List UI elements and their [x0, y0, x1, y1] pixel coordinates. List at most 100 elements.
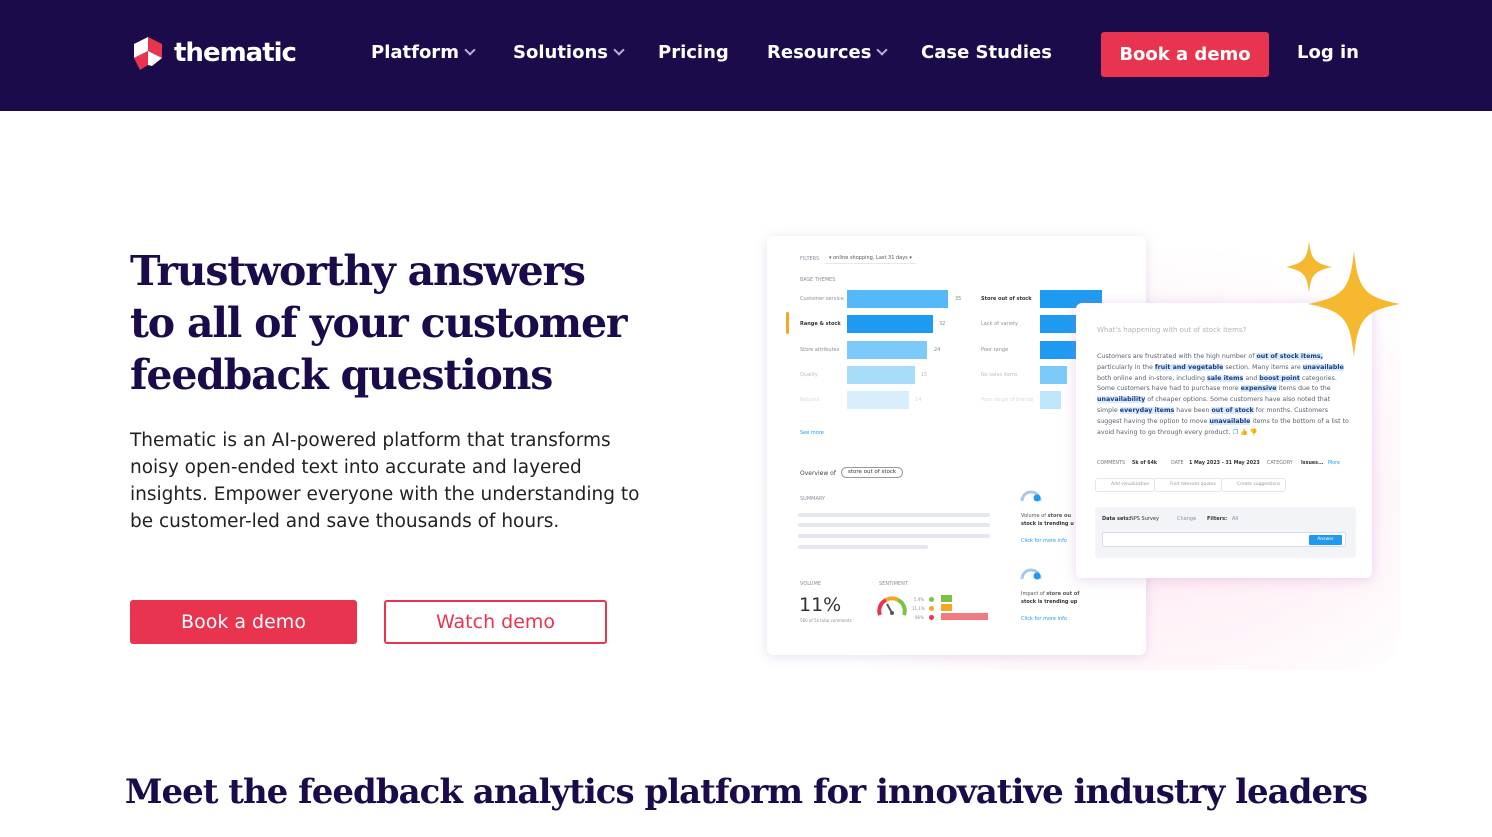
theme-value: 14 [915, 397, 922, 403]
filters-label: FILTERS [800, 256, 820, 262]
subtheme-bar [1040, 391, 1061, 409]
nav-book-demo-button[interactable]: Book a demo [1101, 32, 1269, 77]
subtheme-bar [1040, 366, 1067, 384]
theme-value: 24 [934, 347, 941, 353]
base-themes-label: BASE THEMES [800, 277, 836, 283]
section-title: Meet the feedback analytics platform for… [124, 772, 1368, 812]
chevron-down-icon [876, 44, 889, 56]
nav-solutions-label: Solutions [513, 42, 608, 63]
overview-label: Overview of [800, 470, 836, 477]
filters-label: Filters: [1207, 516, 1228, 522]
summary-line [798, 523, 990, 527]
subtheme-label: Poor range of brands [981, 397, 1034, 403]
nav-resources[interactable]: Resources [767, 42, 889, 63]
summary-label: SUMMARY [800, 496, 826, 502]
insight-text: Impact of [1021, 591, 1047, 597]
hero-description: Thematic is an AI-powered platform that … [130, 430, 640, 532]
nav-resources-label: Resources [767, 42, 872, 63]
book-demo-button[interactable]: Book a demo [130, 600, 357, 644]
meta-comments-label: COMMENTS [1097, 461, 1125, 466]
summary-line [798, 513, 990, 517]
theme-bar [847, 391, 909, 409]
thematic-logo-icon [134, 37, 162, 70]
click-more-link[interactable]: Click for more info [1021, 616, 1067, 622]
answer-button[interactable]: Answer [1309, 535, 1342, 545]
dataset-label: Data sets: [1102, 516, 1131, 522]
trend-gauge-icon [1020, 490, 1042, 502]
filters-value[interactable]: All [1232, 516, 1238, 522]
ai-answer-text: Customers are frustrated with the high n… [1097, 353, 1349, 436]
nav-pricing[interactable]: Pricing [658, 42, 729, 63]
insight-highlight: store out of [1046, 591, 1080, 597]
theme-label: Customer service [800, 296, 844, 302]
nav-case-studies[interactable]: Case Studies [921, 42, 1052, 63]
insight-volume-line1: Volume of store ou [1021, 513, 1071, 519]
subtheme-label: Lack of variety [981, 321, 1018, 327]
nav-platform-label: Platform [371, 42, 459, 63]
create-suggestions-chip[interactable]: Create suggestions [1221, 478, 1287, 492]
theme-value: 32 [939, 321, 946, 327]
login-link[interactable]: Log in [1297, 42, 1359, 63]
ai-question-input[interactable]: Answer [1102, 532, 1346, 547]
overview-theme-pill[interactable]: store out of stock [841, 467, 904, 478]
theme-label: Returns [800, 397, 820, 403]
meta-more-link[interactable]: More [1328, 461, 1340, 466]
theme-bar [847, 366, 915, 384]
legend-negative-dot [929, 615, 934, 620]
add-visualization-chip[interactable]: Add visualization [1095, 478, 1156, 492]
sentiment-legend: 5.9% [914, 597, 925, 602]
watch-demo-button[interactable]: Watch demo [384, 600, 607, 644]
insight-impact-line1: Impact of store out of [1021, 591, 1079, 597]
theme-label: Range & stock [800, 321, 841, 327]
dataset-value: NPS Survey [1130, 516, 1159, 522]
selected-theme-marker [786, 312, 789, 334]
theme-value: 35 [955, 296, 962, 302]
top-navigation: thematic Platform Solutions Pricing Reso… [0, 0, 1492, 111]
summary-line [798, 545, 928, 549]
nav-case-studies-label: Case Studies [921, 42, 1052, 63]
filter-value: ▾ online shopping, Last 31 days ▾ [825, 255, 916, 264]
trend-gauge-icon [1020, 568, 1042, 580]
see-more-link[interactable]: See more [800, 430, 824, 436]
sentiment-bar-neutral [941, 604, 952, 611]
theme-label: Quality [800, 372, 818, 378]
summary-line [798, 534, 990, 538]
sentiment-legend: 86% [915, 615, 924, 620]
insight-text: Volume of [1021, 513, 1048, 519]
volume-label: VOLUME [800, 581, 821, 587]
meta-category-label: CATEGORY [1267, 461, 1293, 466]
subtheme-bar [1040, 315, 1080, 333]
ai-query-bar: Data sets: NPS Survey Change Filters: Al… [1095, 507, 1356, 558]
theme-bar [847, 290, 948, 308]
volume-value: 11% [799, 594, 842, 616]
logo-wordmark: thematic [174, 38, 297, 68]
thematic-logo[interactable]: thematic [130, 34, 297, 72]
click-more-link[interactable]: Click for more info [1021, 538, 1067, 544]
chevron-down-icon [613, 44, 625, 56]
find-quotes-chip[interactable]: Find relevant quotes [1154, 478, 1222, 492]
ai-question: What's happening with out of stock items… [1097, 326, 1247, 334]
theme-label: Store attributes [800, 347, 840, 353]
hero-title-line: to all of your customer [130, 299, 627, 347]
hero-title-line: feedback questions [130, 351, 553, 399]
hero-title: Trustworthy answers to all of your custo… [130, 245, 650, 401]
theme-bar [847, 315, 933, 333]
subtheme-label: Poor range [981, 347, 1009, 353]
nav-platform[interactable]: Platform [371, 42, 476, 63]
nav-pricing-label: Pricing [658, 42, 729, 63]
change-dataset-button[interactable]: Change [1177, 516, 1196, 522]
subtheme-label: No sales items [981, 372, 1018, 378]
sentiment-bar-positive [941, 595, 952, 602]
hero-title-line: Trustworthy answers [130, 247, 586, 295]
meta-date-label: DATE [1171, 461, 1184, 466]
theme-bar [847, 341, 927, 359]
sentiment-gauge-icon [877, 596, 907, 616]
sparkle-large-icon [1308, 251, 1400, 357]
subtheme-bar [1040, 341, 1077, 359]
insight-volume-line2: stock is trending u [1021, 521, 1074, 527]
theme-value: 15 [921, 372, 928, 378]
sentiment-legend: 11.1% [912, 606, 925, 611]
volume-subtext: 580 of 5k total comments [800, 618, 852, 623]
nav-solutions[interactable]: Solutions [513, 42, 625, 63]
meta-comments-value: 5k of 64k [1132, 461, 1158, 466]
